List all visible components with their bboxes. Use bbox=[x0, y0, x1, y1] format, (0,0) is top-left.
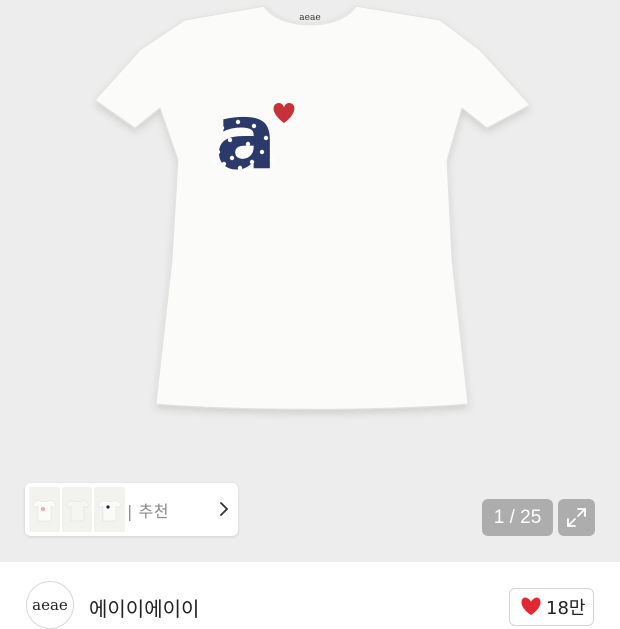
like-button[interactable]: 18만 bbox=[509, 588, 594, 626]
recommend-thumbnail bbox=[61, 487, 93, 532]
recommend-thumbnail bbox=[29, 487, 60, 532]
shirt-tag: aeae bbox=[299, 13, 320, 23]
image-page-counter: 1 / 25 bbox=[482, 499, 553, 536]
svg-text:a: a bbox=[215, 83, 277, 190]
recommendation-thumbnails bbox=[29, 487, 126, 532]
like-count: 18만 bbox=[546, 598, 586, 619]
store-name-link[interactable]: 에이이에이이 bbox=[89, 593, 199, 622]
recommendation-label: | 추천 bbox=[127, 501, 169, 521]
expand-image-button[interactable] bbox=[558, 499, 595, 536]
product-image-area[interactable]: aeae a | 추천 1 / 25 bbox=[0, 0, 620, 562]
recommend-thumbnail bbox=[94, 487, 126, 532]
product-tshirt-image: aeae a bbox=[94, 5, 531, 410]
recommendation-chip[interactable]: | 추천 bbox=[25, 483, 238, 536]
polka-dot-a-print: a bbox=[211, 83, 277, 190]
tshirt-shape bbox=[94, 5, 531, 410]
heart-icon bbox=[521, 597, 541, 615]
svg-text:aeae: aeae bbox=[299, 13, 320, 23]
store-logo[interactable]: aeae bbox=[26, 581, 74, 629]
expand-arrows-icon bbox=[567, 508, 586, 527]
chevron-right-icon bbox=[220, 502, 229, 516]
store-logo-text: aeae bbox=[32, 596, 68, 614]
